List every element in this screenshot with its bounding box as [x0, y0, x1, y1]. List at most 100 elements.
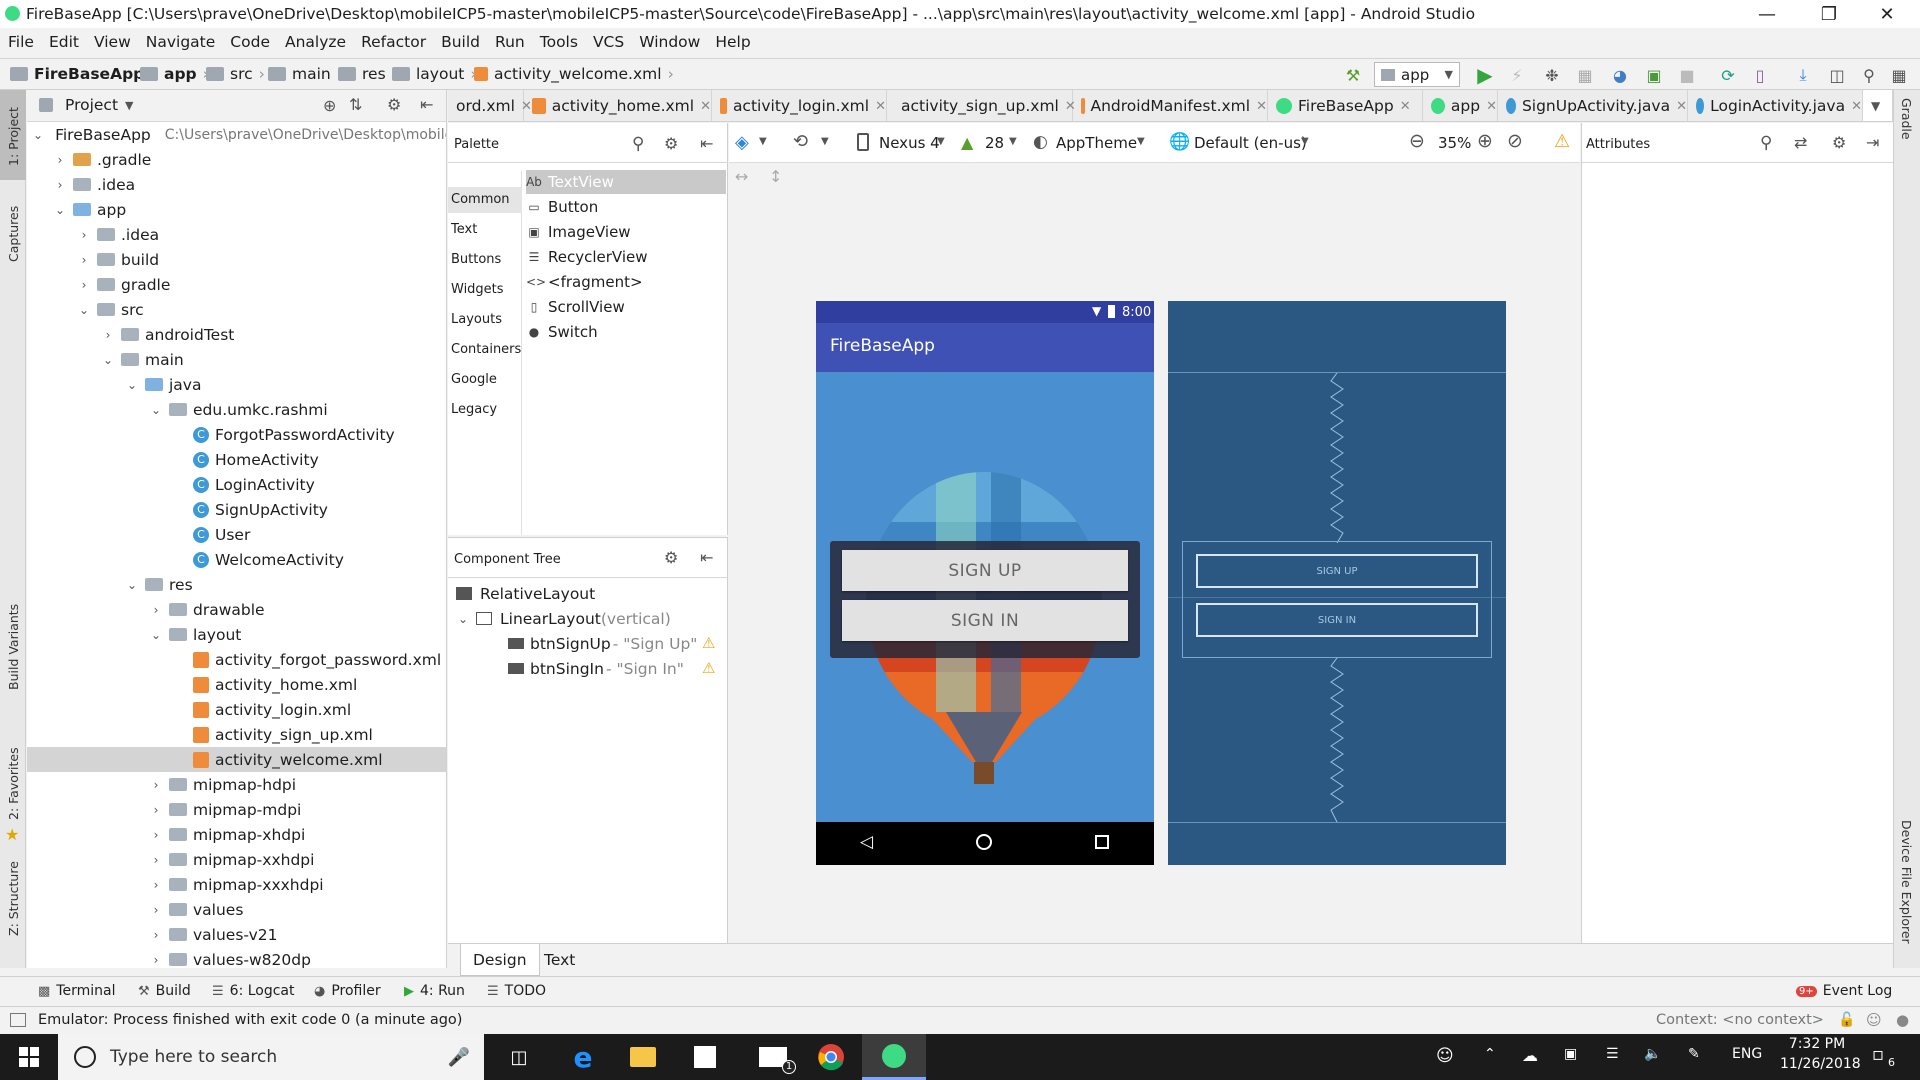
project-structure-icon[interactable]: ◫ [1826, 64, 1848, 86]
tree-item-signupactivity[interactable]: C SignUpActivity [27, 497, 446, 522]
file-explorer-icon[interactable] [614, 1034, 672, 1080]
menu-file[interactable]: File [8, 33, 34, 51]
microphone-icon[interactable]: 🎤 [448, 1047, 470, 1068]
gradle-tool-label[interactable]: Gradle [1899, 98, 1914, 140]
locate-icon[interactable]: ⊕ [323, 96, 336, 115]
tree-item-layout[interactable]: ⌄ layout [27, 622, 446, 647]
palette-item-imageview[interactable]: ▣ ImageView [526, 220, 726, 244]
toggle-tool-windows-icon[interactable] [10, 1013, 26, 1027]
blueprint-sign-in-button[interactable]: SIGN IN [1196, 603, 1478, 637]
wifi-tray-icon[interactable]: ☰ [1606, 1046, 1619, 1062]
home-icon[interactable] [976, 834, 992, 850]
attach-debugger-icon[interactable]: ▣ [1643, 64, 1665, 86]
sdk-manager-icon[interactable]: ⤓ [1792, 64, 1814, 86]
store-icon[interactable] [676, 1034, 734, 1080]
notifications-icon[interactable]: ● [1896, 1011, 1909, 1029]
close-button[interactable]: ✕ [1858, 0, 1916, 28]
tree-item-drawable[interactable]: › drawable [27, 597, 446, 622]
tree-item-main[interactable]: ⌄ main [27, 347, 446, 372]
captures-tool-label[interactable]: Captures [6, 206, 21, 262]
tool-terminal[interactable]: ▩ Terminal [38, 983, 115, 999]
theme-select[interactable]: AppTheme [1056, 134, 1137, 152]
component-linearlayout[interactable]: ⌄ LinearLayout (vertical) [448, 606, 727, 631]
warning-icon[interactable]: ⚠ [702, 659, 715, 677]
hide-panel-icon[interactable]: ⇥ [1866, 133, 1879, 152]
tool-run[interactable]: ▶ 4: Run [404, 983, 465, 999]
lock-icon[interactable]: 🔓 [1838, 1012, 1855, 1028]
locale-select[interactable]: Default (en-us) [1194, 134, 1307, 152]
tree-item-gradle[interactable]: › .gradle [27, 147, 446, 172]
tree-item-mipmap-xxxhdpi[interactable]: › mipmap-xxxhdpi [27, 872, 446, 897]
hide-panel-icon[interactable]: ⇤ [700, 134, 713, 153]
palette-category-text[interactable]: Text [451, 222, 477, 237]
menu-build[interactable]: Build [441, 33, 480, 51]
component-relativelayout[interactable]: RelativeLayout [448, 581, 727, 606]
tool-build[interactable]: ⚒ Build [138, 983, 191, 999]
inspector-icon[interactable]: ☺ [1866, 1011, 1882, 1029]
hide-panel-icon[interactable]: ⇤ [700, 548, 713, 567]
breadcrumb-src[interactable]: src › [206, 65, 265, 83]
sign-in-button[interactable]: SIGN IN [842, 600, 1128, 641]
breadcrumb-layout[interactable]: layout› [392, 65, 477, 83]
tool-logcat[interactable]: ☰ 6: Logcat [212, 983, 295, 999]
menu-window[interactable]: Window [639, 33, 700, 51]
swap-view-icon[interactable]: ⇄ [1794, 133, 1807, 152]
run-icon[interactable]: ▶ [1474, 63, 1496, 87]
tree-item-values[interactable]: › values [27, 897, 446, 922]
breadcrumb-project[interactable]: FireBaseApp› [10, 65, 156, 83]
tree-item-build[interactable]: › build [27, 247, 446, 272]
coverage-icon[interactable]: ▦ [1574, 64, 1596, 86]
zoom-out-icon[interactable]: ⊖ [1409, 130, 1425, 152]
menu-navigate[interactable]: Navigate [146, 33, 216, 51]
tree-item-activity-forgot-password[interactable]: activity_forgot_password.xml [27, 647, 446, 672]
tree-item-values-v21[interactable]: › values-v21 [27, 922, 446, 947]
chevron-down-icon[interactable]: ▼ [1301, 136, 1309, 147]
tree-item-activity-login[interactable]: activity_login.xml [27, 697, 446, 722]
tool-todo[interactable]: ☰ TODO [487, 983, 546, 999]
tree-item-idea[interactable]: › .idea [27, 172, 446, 197]
menu-edit[interactable]: Edit [49, 33, 79, 51]
palette-category-google[interactable]: Google [451, 372, 497, 387]
menu-analyze[interactable]: Analyze [285, 33, 346, 51]
tree-item-forgotpasswordactivity[interactable]: C ForgotPasswordActivity [27, 422, 446, 447]
chevron-down-icon[interactable]: ▼ [1009, 136, 1017, 147]
palette-category-buttons[interactable]: Buttons [451, 252, 501, 267]
clock-date[interactable]: 11/26/2018 [1780, 1056, 1861, 1072]
tree-item-loginactivity[interactable]: C LoginActivity [27, 472, 446, 497]
palette-item-fragment[interactable]: <> <fragment> [526, 270, 726, 294]
tree-item-gradle-folder[interactable]: › gradle [27, 272, 446, 297]
gear-icon[interactable]: ⚙ [664, 548, 678, 567]
tree-item-welcomeactivity[interactable]: C WelcomeActivity [27, 547, 446, 572]
tree-item-user[interactable]: C User [27, 522, 446, 547]
breadcrumb-app[interactable]: app› [140, 65, 209, 83]
clock-time[interactable]: 7:32 PM [1786, 1036, 1848, 1052]
make-project-icon[interactable]: ⚒ [1342, 64, 1364, 86]
pen-icon[interactable]: ✎ [1688, 1046, 1700, 1062]
device-select[interactable]: Nexus 4 [879, 134, 940, 152]
palette-item-switch[interactable]: ● Switch [526, 320, 726, 344]
palette-category-legacy[interactable]: Legacy [451, 402, 497, 417]
tab-firebaseapp[interactable]: FireBaseApp ✕ [1268, 90, 1423, 121]
tab-text[interactable]: Text [532, 944, 587, 976]
tree-item-project-root[interactable]: ⌄ FireBaseApp C:\Users\prave\OneDrive\Desk… [27, 122, 446, 147]
tab-app[interactable]: app ✕ [1423, 90, 1498, 121]
gear-icon[interactable]: ⚙ [1832, 133, 1846, 152]
tab-android-manifest[interactable]: AndroidManifest.xml ✕ [1073, 90, 1268, 121]
menu-refactor[interactable]: Refactor [361, 33, 426, 51]
minimize-button[interactable]: — [1738, 0, 1796, 28]
chevron-down-icon[interactable]: ▼ [759, 136, 767, 147]
palette-category-layouts[interactable]: Layouts [451, 312, 502, 327]
avd-manager-icon[interactable]: ▯ [1749, 64, 1771, 86]
profile-icon[interactable]: ◕ [1609, 64, 1631, 86]
android-studio-taskbar-icon[interactable] [862, 1034, 926, 1080]
project-tool-label[interactable]: 1: Project [6, 107, 21, 166]
sign-up-button[interactable]: SIGN UP [842, 550, 1128, 591]
tree-item-java[interactable]: ⌄ java [27, 372, 446, 397]
tree-item-androidtest[interactable]: › androidTest [27, 322, 446, 347]
back-icon[interactable]: ◁ [860, 832, 873, 852]
layers-icon[interactable]: ◈ [735, 132, 749, 153]
tab-loginactivity[interactable]: LoginActivity.java ✕ [1688, 90, 1863, 121]
menu-view[interactable]: View [94, 33, 131, 51]
tab-overflow[interactable]: ▼ [1863, 90, 1893, 121]
tab-activity-sign-up[interactable]: activity_sign_up.xml ✕ [887, 90, 1076, 121]
